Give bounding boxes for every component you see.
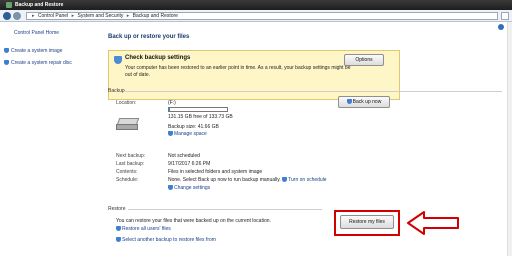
shield-icon bbox=[168, 131, 173, 137]
location-label: Location: bbox=[116, 100, 137, 106]
scrollbar[interactable] bbox=[507, 22, 512, 256]
next-backup-value: Not scheduled bbox=[168, 153, 200, 159]
select-another-backup-link[interactable]: Select another backup to restore files f… bbox=[116, 237, 216, 243]
backup-restore-window: Backup and Restore ▸ Control Panel ▸ Sys… bbox=[0, 0, 512, 256]
create-system-image-label: Create a system image bbox=[11, 48, 63, 54]
control-panel-home-link[interactable]: Control Panel Home bbox=[14, 30, 59, 36]
schedule-text: None. Select Back up now to run backup m… bbox=[168, 177, 281, 183]
hard-drive-icon bbox=[116, 118, 140, 130]
shield-icon bbox=[346, 99, 352, 105]
backup-app-icon bbox=[6, 1, 12, 8]
restore-all-users-link[interactable]: Restore all users' files bbox=[116, 226, 171, 232]
shield-icon bbox=[116, 226, 121, 232]
shield-icon bbox=[168, 185, 173, 191]
breadcrumb-backup-restore[interactable]: Backup and Restore bbox=[133, 13, 178, 19]
manage-space-label: Manage space bbox=[174, 131, 207, 137]
turn-on-schedule-link[interactable]: Turn on schedule bbox=[288, 177, 326, 183]
contents-value: Files in selected folders and system ima… bbox=[168, 169, 263, 175]
disk-usage-bar bbox=[168, 107, 228, 112]
back-up-now-button[interactable]: Back up now bbox=[338, 96, 390, 108]
shield-icon bbox=[282, 177, 288, 183]
location-value: (F:) bbox=[168, 100, 176, 106]
change-settings-link[interactable]: Change settings bbox=[168, 185, 210, 191]
restore-my-files-button[interactable]: Restore my files bbox=[340, 215, 394, 229]
last-backup-label: Last backup: bbox=[116, 161, 145, 167]
shield-icon bbox=[4, 60, 9, 66]
window-title: Backup and Restore bbox=[15, 2, 64, 8]
create-repair-disc-link[interactable]: Create a system repair disc bbox=[4, 60, 72, 66]
back-up-now-label: Back up now bbox=[352, 99, 382, 105]
next-backup-label: Next backup: bbox=[116, 153, 146, 159]
create-repair-disc-label: Create a system repair disc bbox=[11, 60, 72, 66]
schedule-label: Schedule: bbox=[116, 177, 139, 183]
backup-section-label: Backup bbox=[108, 88, 125, 94]
title-bar: Backup and Restore bbox=[0, 0, 512, 10]
contents-label: Contents: bbox=[116, 169, 138, 175]
shield-icon bbox=[4, 48, 9, 54]
restore-all-users-label: Restore all users' files bbox=[122, 226, 171, 232]
page-title: Back up or restore your files bbox=[108, 34, 190, 40]
restore-description: You can restore your files that were bac… bbox=[116, 218, 271, 224]
notice-text: Your computer has been restored to an ea… bbox=[125, 65, 351, 78]
change-settings-label: Change settings bbox=[174, 185, 211, 191]
help-icon[interactable] bbox=[498, 24, 504, 30]
breadcrumb[interactable]: ▸ Control Panel ▸ System and Security ▸ … bbox=[26, 12, 498, 20]
last-backup-value: 9/17/2017 6:26 PM bbox=[168, 161, 211, 167]
disk-usage-fill bbox=[169, 108, 171, 111]
breadcrumb-separator: ▸ bbox=[126, 13, 130, 19]
select-another-backup-label: Select another backup to restore files f… bbox=[122, 237, 216, 243]
options-button[interactable]: Options bbox=[344, 54, 384, 66]
breadcrumb-separator: ▸ bbox=[32, 13, 35, 19]
back-arrow-icon[interactable] bbox=[3, 12, 11, 20]
shield-icon bbox=[114, 56, 122, 64]
manage-space-link[interactable]: Manage space bbox=[168, 131, 207, 137]
breadcrumb-system-security[interactable]: System and Security bbox=[78, 13, 124, 19]
backup-divider bbox=[124, 91, 502, 92]
notice-heading: Check backup settings bbox=[125, 55, 191, 61]
refresh-icon[interactable] bbox=[501, 12, 509, 20]
forward-arrow-icon[interactable] bbox=[13, 12, 21, 20]
shield-icon bbox=[116, 237, 121, 243]
create-system-image-link[interactable]: Create a system image bbox=[4, 48, 62, 54]
left-arrow-annotation-icon bbox=[407, 211, 459, 235]
breadcrumb-separator: ▸ bbox=[71, 13, 75, 19]
left-pane: Control Panel Home Create a system image… bbox=[0, 22, 100, 256]
backup-size-text: Backup size: 41.66 GB bbox=[168, 124, 219, 130]
address-bar: ▸ Control Panel ▸ System and Security ▸ … bbox=[0, 10, 512, 22]
schedule-value: None. Select Back up now to run backup m… bbox=[168, 177, 327, 183]
restore-divider bbox=[128, 209, 322, 210]
free-space-text: 131.15 GB free of 133.73 GB bbox=[168, 114, 233, 120]
restore-section-label: Restore bbox=[108, 206, 126, 212]
main-pane: Back up or restore your files Check back… bbox=[100, 22, 512, 256]
breadcrumb-control-panel[interactable]: Control Panel bbox=[38, 13, 68, 19]
